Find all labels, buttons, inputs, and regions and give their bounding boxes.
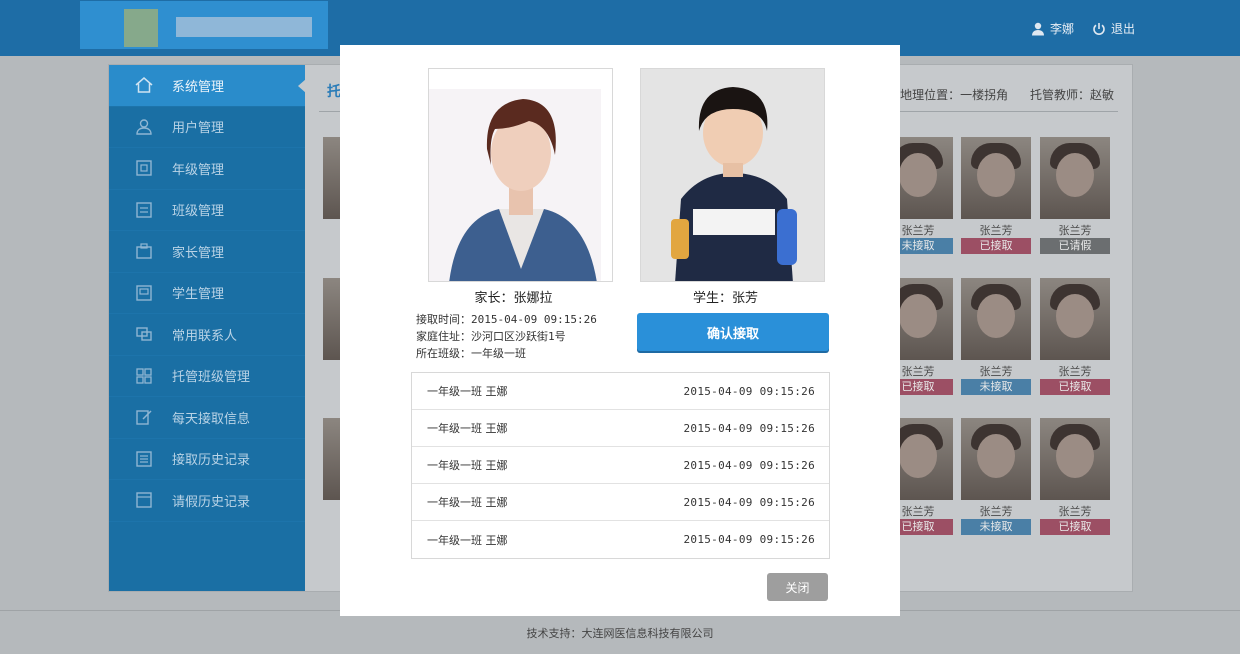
class-name: 所在班级：一年级一班 [416,347,526,360]
logout-label: 退出 [1110,22,1135,36]
pickup-time: 接取时间：2015-04-09 09:15:26 [416,313,597,326]
student-card[interactable]: 张兰芳 未接取 [961,418,1031,535]
class-icon [136,202,152,218]
parent-photo [428,68,613,282]
list-item[interactable]: 一年级一班 王娜 2015-04-09 09:15:26 [412,484,829,521]
sidebar-item-grades[interactable]: 年级管理 [109,148,305,190]
user-icon [136,119,152,135]
list-item[interactable]: 一年级一班 王娜 2015-04-09 09:15:26 [412,373,829,410]
student-card[interactable]: 张兰芳 已接取 [1040,278,1110,395]
student-caption: 学生：张芳 [692,291,758,306]
close-button[interactable]: 关闭 [767,573,828,601]
contacts-icon [136,327,152,341]
student-card[interactable]: 张兰芳 已请假 [1040,137,1110,254]
sidebar-item-parents[interactable]: 家长管理 [109,231,305,273]
parent-caption: 家长：张娜拉 [474,291,553,306]
list-icon [136,451,152,467]
footer: 技术支持：大连网医信息科技有限公司 [526,627,714,640]
user-name: 李娜 [1049,22,1074,36]
pickup-records-list: 一年级一班 王娜 2015-04-09 09:15:26 一年级一班 王娜 20… [411,372,830,559]
home-address: 家庭住址：沙河口区沙跃街1号 [416,330,566,343]
parent-icon [136,243,152,259]
list-item[interactable]: 一年级一班 王娜 2015-04-09 09:15:26 [412,447,829,484]
list-item[interactable]: 一年级一班 王娜 2015-04-09 09:15:26 [412,410,829,447]
logout-button[interactable]: 退出 [1092,20,1135,37]
logo-blurred [80,1,328,49]
sidebar-item-contacts[interactable]: 常用联系人 [109,314,305,356]
pickup-details: 接取时间：2015-04-09 09:15:26 家庭住址：沙河口区沙跃街1号 … [416,311,597,362]
status-badge: 已接取 [1040,519,1110,535]
status-badge: 已接取 [961,238,1031,254]
student-portrait [641,69,824,281]
location-text: 地理位置：一楼拐角 [900,88,1009,102]
user-menu[interactable]: 李娜 [1031,20,1074,37]
student-icon [136,285,152,301]
student-photo [1040,278,1110,360]
sidebar-item-care-classes[interactable]: 托管班级管理 [109,356,305,397]
student-photo [1040,137,1110,219]
parent-portrait [429,89,601,281]
sidebar-item-pickup-history[interactable]: 接取历史记录 [109,439,305,480]
status-badge: 已接取 [1040,379,1110,395]
grid-icon [136,368,152,384]
student-photo [961,418,1031,500]
power-icon [1093,22,1105,35]
status-badge: 已请假 [1040,238,1110,254]
status-badge: 未接取 [961,519,1031,535]
sidebar-item-students[interactable]: 学生管理 [109,273,305,314]
sidebar-item-users[interactable]: 用户管理 [109,107,305,148]
pickup-modal: 家长：张娜拉 学生：张芳 接取时间：2015-04-09 09:15:26 家庭… [340,45,900,616]
content-title: 托 [327,84,341,100]
student-photo [640,68,825,282]
student-card[interactable]: 张兰芳 已接取 [1040,418,1110,535]
sidebar-item-leave-history[interactable]: 请假历史记录 [109,480,305,522]
sidebar: 系统管理 用户管理 年级管理 班级管理 家长管理 学生管理 常用联系人 托管班级… [109,65,306,591]
student-card[interactable]: 张兰芳 未接取 [961,278,1031,395]
info-bar: 地理位置：一楼拐角 托管教师：赵敏 [882,86,1114,103]
user-icon [1031,22,1044,35]
status-badge: 未接取 [961,379,1031,395]
teacher-text: 托管教师：赵敏 [1029,88,1114,102]
student-photo [1040,418,1110,500]
leave-icon [136,492,152,508]
grade-icon [136,160,152,176]
student-photo [961,137,1031,219]
student-photo [961,278,1031,360]
sidebar-item-classes[interactable]: 班级管理 [109,190,305,231]
edit-icon [136,410,152,425]
confirm-pickup-button[interactable]: 确认接取 [637,313,829,351]
list-item[interactable]: 一年级一班 王娜 2015-04-09 09:15:26 [412,521,829,558]
sidebar-item-system[interactable]: 系统管理 [109,65,306,107]
home-icon [135,77,153,93]
sidebar-item-daily-pickup[interactable]: 每天接取信息 [109,397,305,439]
student-card[interactable]: 张兰芳 已接取 [961,137,1031,254]
